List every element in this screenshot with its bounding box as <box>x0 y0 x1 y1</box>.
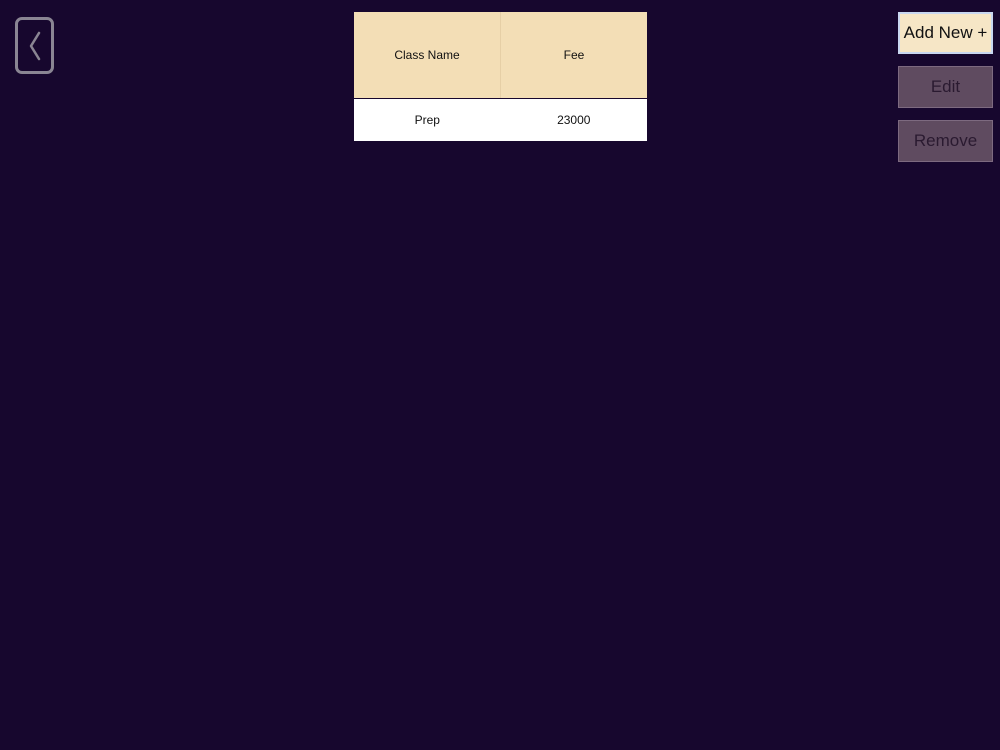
cell-class-name[interactable]: Prep <box>354 98 501 141</box>
class-fee-table: Class Name Fee Prep 23000 <box>354 12 647 141</box>
column-header-class-name: Class Name <box>354 12 501 99</box>
add-new-button[interactable]: Add New + <box>898 12 993 54</box>
table-row[interactable]: Prep 23000 <box>354 98 647 141</box>
back-button[interactable] <box>15 17 54 74</box>
chevron-left-icon <box>28 31 42 61</box>
table-header-row: Class Name Fee <box>354 12 647 99</box>
column-header-fee: Fee <box>500 12 647 99</box>
remove-button[interactable]: Remove <box>898 120 993 162</box>
edit-button[interactable]: Edit <box>898 66 993 108</box>
cell-fee[interactable]: 23000 <box>500 98 647 141</box>
